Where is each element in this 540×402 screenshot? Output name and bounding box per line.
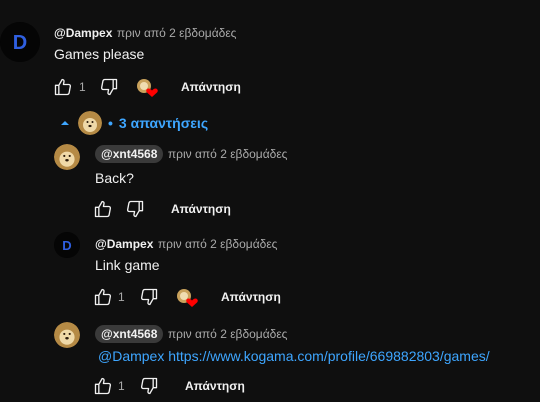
url-link[interactable]: https://www.kogama.com/profile/669882803…	[168, 348, 489, 364]
creator-heart-icon	[177, 289, 198, 307]
d-logo-avatar-icon: D	[54, 232, 80, 258]
dog-avatar-icon	[54, 144, 80, 170]
dog-avatar-icon	[78, 111, 102, 135]
reply-text: @Dampex https://www.kogama.com/profile/6…	[98, 348, 490, 364]
comment-author[interactable]: @Dampex	[54, 26, 112, 40]
creator-heart	[135, 77, 159, 104]
replies-count-label[interactable]: 3 απαντήσεις	[119, 115, 208, 131]
avatar	[78, 111, 102, 135]
thumb-down-icon	[126, 200, 144, 218]
thumb-up-icon	[94, 377, 112, 395]
reply-button[interactable]: Απάντηση	[181, 80, 241, 94]
like-button[interactable]	[93, 376, 113, 401]
thumb-up-icon	[54, 78, 72, 96]
reply-text: Back?	[95, 170, 134, 186]
thumb-down-icon	[100, 78, 118, 96]
avatar[interactable]: D	[0, 22, 40, 62]
reply-time[interactable]: πριν από 2 εβδομάδες	[168, 327, 288, 341]
svg-text:D: D	[13, 32, 27, 54]
reply-button[interactable]: Απάντηση	[185, 379, 245, 393]
dislike-button[interactable]	[99, 77, 119, 102]
dislike-button[interactable]	[139, 376, 159, 401]
reply-author[interactable]: @xnt4568	[95, 145, 164, 163]
reply-author[interactable]: @xnt4568	[95, 325, 164, 343]
reply-time[interactable]: πριν από 2 εβδομάδες	[168, 147, 288, 161]
replies-separator: •	[108, 115, 113, 131]
like-count: 1	[79, 80, 86, 94]
comment-time[interactable]: πριν από 2 εβδομάδες	[117, 26, 237, 40]
like-count: 1	[118, 379, 125, 393]
dog-avatar-icon	[54, 322, 80, 348]
thumb-down-icon	[140, 377, 158, 395]
comment-text: Games please	[54, 46, 145, 62]
thumb-up-icon	[94, 288, 112, 306]
reply-author[interactable]: @Dampex	[95, 237, 153, 251]
replies-toggle[interactable]: • 3 απαντήσεις	[58, 111, 208, 135]
avatar[interactable]: D	[54, 232, 80, 258]
comment-header: @Dampex πριν από 2 εβδομάδες	[54, 24, 236, 42]
mention-link[interactable]: @Dampex	[98, 348, 164, 364]
like-button[interactable]	[93, 199, 113, 224]
d-logo-avatar-icon: D	[0, 22, 40, 62]
dislike-button[interactable]	[125, 199, 145, 224]
creator-heart-icon	[137, 79, 158, 97]
thumb-up-icon	[94, 200, 112, 218]
caret-up-icon	[61, 121, 69, 125]
dislike-button[interactable]	[139, 287, 159, 312]
reply-button[interactable]: Απάντηση	[221, 290, 281, 304]
reply-text: Link game	[95, 257, 160, 273]
reply-header: @Dampex πριν από 2 εβδομάδες	[95, 235, 277, 253]
like-button[interactable]	[53, 77, 73, 102]
avatar[interactable]	[54, 144, 80, 170]
reply-time[interactable]: πριν από 2 εβδομάδες	[158, 237, 278, 251]
avatar[interactable]	[54, 322, 80, 348]
creator-heart	[175, 287, 199, 314]
reply-button[interactable]: Απάντηση	[171, 202, 231, 216]
thumb-down-icon	[140, 288, 158, 306]
reply-header: @xnt4568 πριν από 2 εβδομάδες	[95, 145, 287, 163]
svg-text:D: D	[62, 238, 71, 253]
like-count: 1	[118, 290, 125, 304]
reply-header: @xnt4568 πριν από 2 εβδομάδες	[95, 325, 287, 343]
like-button[interactable]	[93, 287, 113, 312]
